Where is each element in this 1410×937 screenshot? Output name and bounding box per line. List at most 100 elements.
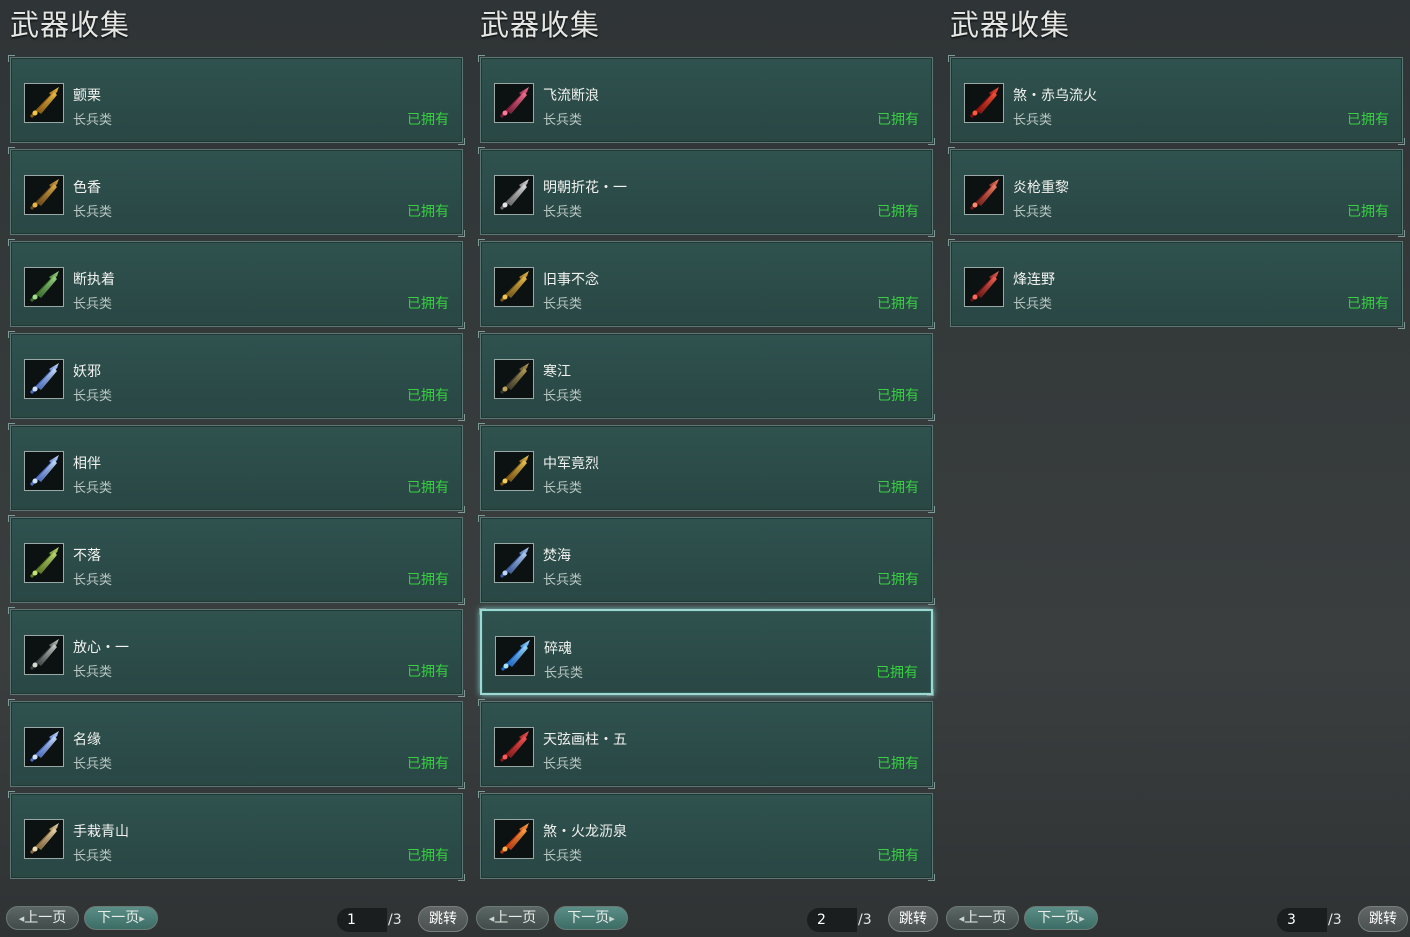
golden-blade-icon bbox=[24, 83, 64, 123]
prev-page-button[interactable]: ◂上一页 bbox=[6, 906, 79, 930]
owned-status: 已拥有 bbox=[877, 112, 919, 128]
weapon-type: 长兵类 bbox=[543, 389, 583, 404]
owned-status: 已拥有 bbox=[877, 204, 919, 220]
weapon-card[interactable]: 煞・火龙沥泉 长兵类 已拥有 bbox=[478, 791, 935, 881]
chevron-right-icon: ▸ bbox=[139, 912, 145, 925]
weapon-card[interactable]: 相伴 长兵类 已拥有 bbox=[8, 423, 465, 513]
weapon-card[interactable]: 颤栗 长兵类 已拥有 bbox=[8, 55, 465, 145]
weapon-card[interactable]: 寒江长兵类 已拥有 bbox=[478, 331, 935, 421]
red-star-spear-icon bbox=[494, 727, 534, 767]
page-number-input[interactable]: 2 bbox=[807, 908, 857, 932]
weapon-type: 长兵类 bbox=[73, 757, 113, 772]
weapon-name: 寒江 bbox=[543, 364, 571, 380]
weapon-type: 长兵类 bbox=[73, 573, 113, 588]
weapon-name: 相伴 bbox=[73, 456, 101, 472]
weapon-name: 焚海 bbox=[543, 548, 571, 564]
weapon-type: 长兵类 bbox=[73, 113, 113, 128]
panel-title: 武器收集 bbox=[950, 8, 1071, 42]
weapon-card[interactable]: 名缘长兵类 已拥有 bbox=[8, 699, 465, 789]
red-crystal-spear-icon bbox=[494, 83, 534, 123]
weapon-name: 妖邪 bbox=[73, 364, 101, 380]
dark-spear-icon bbox=[494, 359, 534, 399]
collection-panel: 武器收集 颤栗 长兵类 已拥有 色香 长兵类 已拥有 断执着 长兵类 已拥有 妖邪 长兵类 已拥有 相伴长… bbox=[6, 0, 468, 937]
golden-spear-icon bbox=[494, 267, 534, 307]
weapon-name: 飞流断浪 bbox=[543, 88, 599, 104]
prev-page-button[interactable]: ◂上一页 bbox=[476, 906, 549, 930]
ice-blade-icon bbox=[24, 451, 64, 491]
weapon-card[interactable]: 放心・一 长兵类 已拥有 bbox=[8, 607, 465, 697]
weapon-type: 长兵类 bbox=[73, 205, 113, 220]
golden-trident-icon bbox=[494, 451, 534, 491]
weapon-type: 长兵类 bbox=[73, 849, 113, 864]
weapon-card[interactable]: 手栽青山长兵类 已拥有 bbox=[8, 791, 465, 881]
jump-button[interactable]: 跳转 bbox=[1358, 906, 1408, 932]
weapon-type: 长兵类 bbox=[1013, 297, 1053, 312]
green-spear-icon bbox=[24, 267, 64, 307]
page-total: /3 bbox=[1328, 912, 1342, 928]
jump-button[interactable]: 跳转 bbox=[418, 906, 468, 932]
weapon-card[interactable]: 断执着 长兵类 已拥有 bbox=[8, 239, 465, 329]
owned-status: 已拥有 bbox=[407, 572, 449, 588]
dark-halberd-icon bbox=[24, 635, 64, 675]
weapon-type: 长兵类 bbox=[544, 666, 584, 681]
panel-title: 武器收集 bbox=[480, 8, 601, 42]
owned-status: 已拥有 bbox=[407, 756, 449, 772]
page-number-input[interactable]: 1 bbox=[337, 908, 387, 932]
weapon-card[interactable]: 飞流断浪 长兵类 已拥有 bbox=[478, 55, 935, 145]
weapon-name: 手栽青山 bbox=[73, 824, 129, 840]
weapon-name: 断执着 bbox=[73, 272, 115, 288]
owned-status: 已拥有 bbox=[407, 388, 449, 404]
owned-status: 已拥有 bbox=[407, 112, 449, 128]
weapon-name: 炎枪重黎 bbox=[1013, 180, 1069, 196]
next-page-button[interactable]: 下一页▸ bbox=[554, 906, 628, 930]
owned-status: 已拥有 bbox=[876, 665, 918, 681]
weapon-card[interactable]: 明朝折花・一 长兵类 已拥有 bbox=[478, 147, 935, 237]
weapon-name: 放心・一 bbox=[73, 640, 129, 656]
bone-spear-icon bbox=[24, 819, 64, 859]
owned-status: 已拥有 bbox=[1347, 112, 1389, 128]
weapon-type: 长兵类 bbox=[543, 573, 583, 588]
weapon-name: 煞・赤乌流火 bbox=[1013, 88, 1097, 104]
page-number-input[interactable]: 3 bbox=[1277, 908, 1327, 932]
weapon-type: 长兵类 bbox=[543, 849, 583, 864]
owned-status: 已拥有 bbox=[877, 756, 919, 772]
weapon-type: 长兵类 bbox=[73, 481, 113, 496]
owned-status: 已拥有 bbox=[877, 388, 919, 404]
weapon-card[interactable]: 天弦画柱・五 长兵类 已拥有 bbox=[478, 699, 935, 789]
blue-energy-blade-icon bbox=[495, 636, 535, 676]
owned-status: 已拥有 bbox=[1347, 204, 1389, 220]
weapon-card[interactable]: 碎魂长兵类 已拥有 bbox=[479, 608, 934, 696]
next-page-button[interactable]: 下一页▸ bbox=[1024, 906, 1098, 930]
weapon-card[interactable]: 妖邪长兵类 已拥有 bbox=[8, 331, 465, 421]
weapon-name: 名缘 bbox=[73, 732, 101, 748]
owned-status: 已拥有 bbox=[407, 204, 449, 220]
weapon-type: 长兵类 bbox=[1013, 205, 1053, 220]
weapon-card[interactable]: 烽连野 长兵类 已拥有 bbox=[948, 239, 1405, 329]
weapon-card[interactable]: 煞・赤乌流火 长兵类 已拥有 bbox=[948, 55, 1405, 145]
weapon-name: 明朝折花・一 bbox=[543, 180, 627, 196]
weapon-type: 长兵类 bbox=[73, 389, 113, 404]
weapon-card[interactable]: 中军竟烈 长兵类 已拥有 bbox=[478, 423, 935, 513]
weapon-name: 中军竟烈 bbox=[543, 456, 599, 472]
weapon-card[interactable]: 旧事不念 长兵类 已拥有 bbox=[478, 239, 935, 329]
weapon-card[interactable]: 不落长兵类 已拥有 bbox=[8, 515, 465, 605]
weapon-type: 长兵类 bbox=[543, 757, 583, 772]
owned-status: 已拥有 bbox=[407, 848, 449, 864]
curved-golden-blade-icon bbox=[24, 175, 64, 215]
ice-blade-icon bbox=[24, 727, 64, 767]
weapon-name: 色香 bbox=[73, 180, 101, 196]
next-page-button[interactable]: 下一页▸ bbox=[84, 906, 158, 930]
weapon-card[interactable]: 焚海长兵类 已拥有 bbox=[478, 515, 935, 605]
weapon-card[interactable]: 色香长兵类 已拥有 bbox=[8, 147, 465, 237]
jump-button[interactable]: 跳转 bbox=[888, 906, 938, 932]
weapon-name: 天弦画柱・五 bbox=[543, 732, 627, 748]
prev-page-button[interactable]: ◂上一页 bbox=[946, 906, 1019, 930]
chevron-right-icon: ▸ bbox=[1079, 912, 1085, 925]
silver-spear-icon bbox=[494, 175, 534, 215]
weapon-name: 不落 bbox=[73, 548, 101, 564]
weapon-name: 烽连野 bbox=[1013, 272, 1055, 288]
weapon-card[interactable]: 炎枪重黎长兵类 已拥有 bbox=[948, 147, 1405, 237]
weapon-type: 长兵类 bbox=[543, 297, 583, 312]
weapon-name: 碎魂 bbox=[544, 641, 572, 657]
owned-status: 已拥有 bbox=[877, 572, 919, 588]
